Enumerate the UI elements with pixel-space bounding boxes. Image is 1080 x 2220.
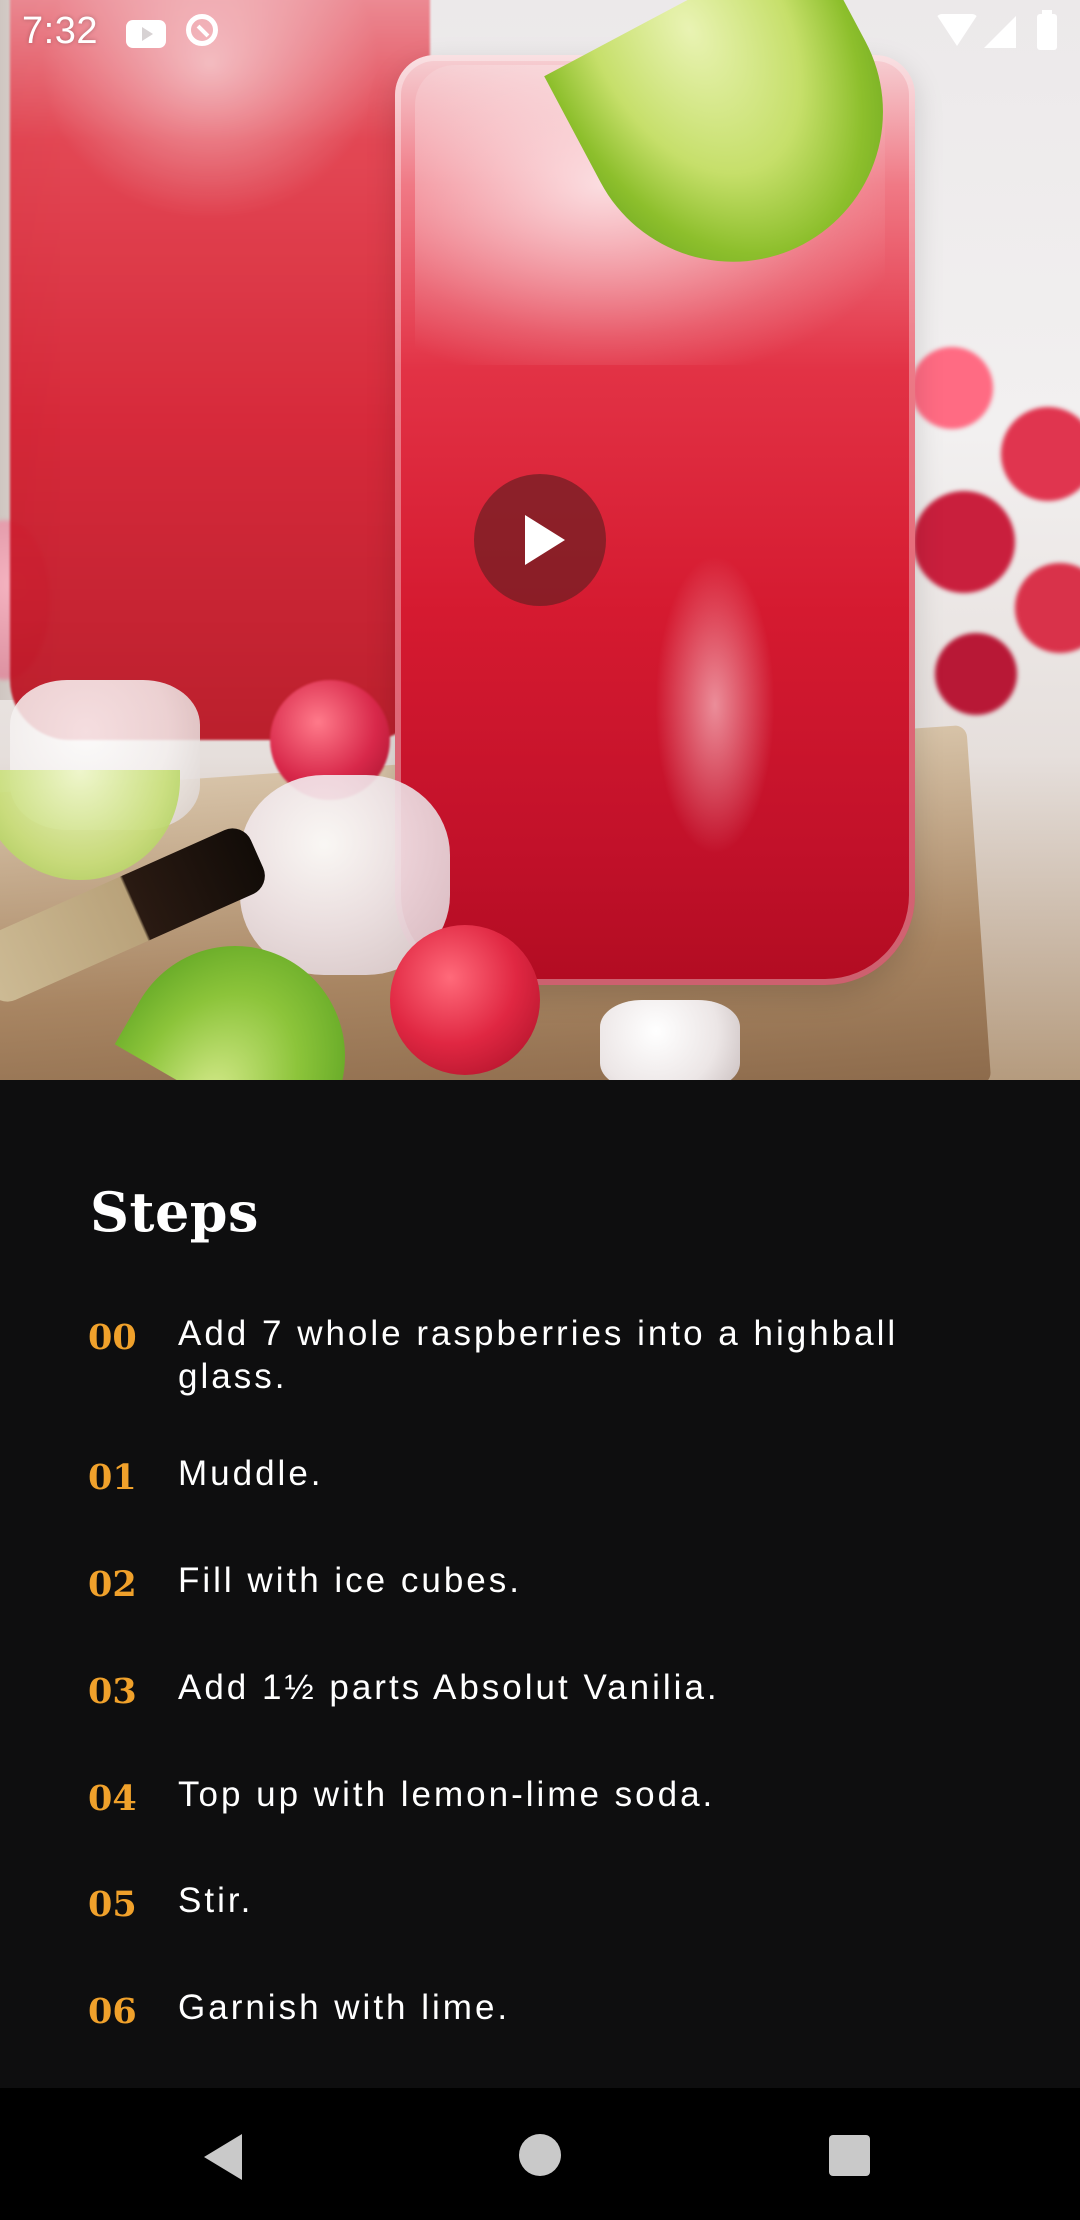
steps-title: Steps: [90, 1180, 259, 1244]
play-video-button[interactable]: [474, 474, 606, 606]
step-number: 03: [88, 1671, 137, 1712]
wifi-icon: [936, 14, 978, 46]
step-number: 04: [88, 1778, 137, 1819]
at-sign-icon: [186, 14, 218, 46]
step-text: Muddle.: [178, 1454, 324, 1493]
navigation-bar: [0, 2088, 1080, 2220]
play-icon: [525, 515, 565, 565]
back-icon[interactable]: [204, 2134, 242, 2180]
cocktail-image[interactable]: [0, 0, 1080, 1080]
status-time: 7:32: [22, 10, 98, 52]
battery-icon: [1037, 10, 1057, 50]
step-number: 06: [88, 1991, 137, 2032]
step-text: Top up with lemon-lime soda.: [178, 1775, 716, 1814]
recents-icon[interactable]: [829, 2135, 870, 2176]
steps-section: Steps 00 Add 7 whole raspberries into a …: [0, 1080, 1080, 2088]
step-text: Stir.: [178, 1881, 254, 1920]
step-number: 01: [88, 1457, 137, 1498]
step-number: 02: [88, 1564, 137, 1605]
youtube-icon: [126, 20, 166, 48]
ice-cube: [600, 1000, 740, 1080]
status-bar: 7:32: [0, 0, 1080, 66]
step-text: Add 1½ parts Absolut Vanilia.: [178, 1668, 720, 1707]
step-number: 05: [88, 1884, 137, 1925]
signal-icon: [984, 16, 1016, 48]
step-text: Fill with ice cubes.: [178, 1561, 522, 1600]
screen: 7:32 Steps 00 Add 7 whole raspberries in…: [0, 0, 1080, 2220]
back-glass: [10, 0, 430, 740]
step-text: Add 7 whole raspberries into a highball …: [178, 1314, 899, 1396]
step-number: 00: [88, 1317, 137, 1358]
step-text: Garnish with lime.: [178, 1988, 511, 2027]
raspberry: [390, 925, 540, 1075]
home-icon[interactable]: [519, 2134, 561, 2176]
